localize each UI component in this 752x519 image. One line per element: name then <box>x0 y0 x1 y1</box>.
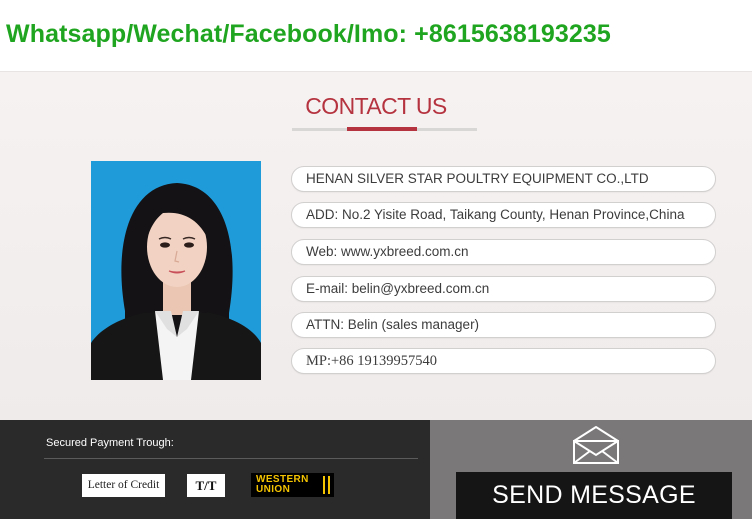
envelope-icon <box>573 426 619 464</box>
attention-field: ATTN: Belin (sales manager) <box>291 312 716 338</box>
contact-banner: Whatsapp/Wechat/Facebook/Imo: +861563819… <box>0 0 752 72</box>
contact-photo <box>91 161 261 380</box>
address-field: ADD: No.2 Yisite Road, Taikang County, H… <box>291 202 716 228</box>
website-field: Web: www.yxbreed.com.cn <box>291 239 716 265</box>
mobile-phone-field: MP:+86 19139957540 <box>291 348 716 374</box>
western-union-line-2: UNION <box>256 484 291 495</box>
letter-of-credit-badge: Letter of Credit <box>82 474 165 497</box>
tt-badge: T/T <box>187 474 225 497</box>
messaging-contact-line: Whatsapp/Wechat/Facebook/Imo: +861563819… <box>6 20 611 48</box>
company-name-field: HENAN SILVER STAR POULTRY EQUIPMENT CO.,… <box>291 166 716 192</box>
payment-label: Secured Payment Trough: <box>46 437 174 449</box>
western-union-bar <box>323 476 325 494</box>
section-title: CONTACT US <box>305 93 447 119</box>
email-field: E-mail: belin@yxbreed.com.cn <box>291 276 716 302</box>
portrait-image <box>91 161 261 380</box>
title-underline-accent <box>347 127 417 131</box>
western-union-bar <box>328 476 330 494</box>
western-union-wordmark: WESTERN UNION <box>256 475 322 495</box>
send-message-button[interactable]: SEND MESSAGE <box>456 472 732 519</box>
payment-divider <box>44 458 418 459</box>
payment-panel <box>0 420 430 519</box>
western-union-logo: WESTERN UNION <box>251 473 334 497</box>
